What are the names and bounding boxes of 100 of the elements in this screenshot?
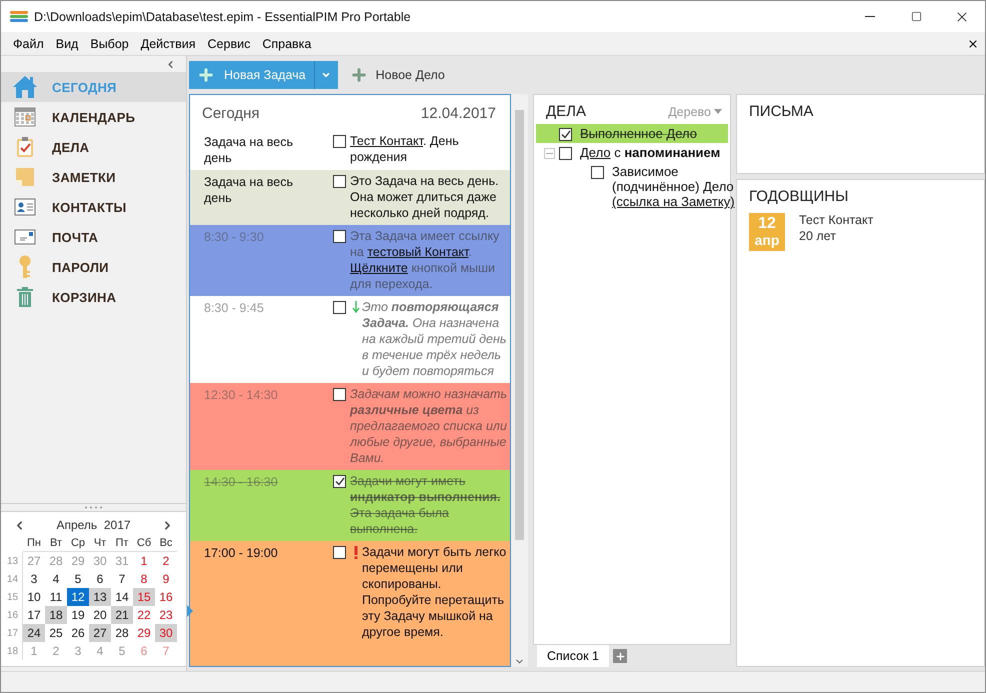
sticky-note-icon bbox=[15, 167, 35, 187]
event-text: Это Задача на весь день. Она может длиться даже несколько дней подряд. bbox=[350, 173, 500, 221]
calendar-day[interactable]: 14 bbox=[111, 588, 133, 606]
panel-title: ГОДОВЩИНЫ bbox=[749, 188, 848, 205]
link[interactable]: (ссылка на Заметку) bbox=[612, 194, 735, 209]
event-row[interactable]: 8:30 - 9:30 Эта Задача имеет ссылку на тестовый Контакт. Щёлкните кнопкой мыши для перехода. bbox=[190, 225, 510, 296]
checkbox[interactable] bbox=[333, 230, 346, 243]
calendar-day[interactable]: 24 bbox=[23, 624, 45, 642]
event-text: Задачи могут быть легко перемещены или скопированы. Попробуйте перетащить эту Задачу мышкой на другое время. bbox=[362, 544, 508, 641]
menu-item[interactable]: Действия bbox=[134, 32, 202, 54]
event-time: 8:30 - 9:45 bbox=[204, 300, 265, 317]
calendar-day[interactable]: 1 bbox=[133, 552, 155, 570]
link[interactable]: Щёлкните bbox=[350, 261, 408, 275]
calendar-day[interactable]: 16 bbox=[155, 588, 177, 606]
calendar-day[interactable]: 8 bbox=[133, 570, 155, 588]
calendar-day[interactable]: 9 bbox=[155, 570, 177, 588]
plus-icon bbox=[350, 66, 368, 84]
weekday-label: Чт bbox=[89, 534, 111, 552]
calendar-day[interactable]: 18 bbox=[45, 606, 67, 624]
calendar-day[interactable]: 22 bbox=[133, 606, 155, 624]
event-time: Задача на весь день bbox=[204, 174, 294, 207]
calendar-day[interactable]: 13 bbox=[89, 588, 111, 606]
sidebar-item[interactable]: ПАРОЛИ bbox=[1, 252, 186, 282]
sidebar-item[interactable]: ЗАМЕТКИ bbox=[1, 162, 186, 192]
event-time: Задача на весь день bbox=[204, 134, 294, 166]
checkbox[interactable] bbox=[559, 128, 572, 141]
trash-icon bbox=[16, 286, 34, 308]
app-logo-icon bbox=[10, 10, 28, 24]
splitter-handle-icon[interactable] bbox=[84, 506, 104, 509]
scrollbar[interactable] bbox=[511, 94, 528, 667]
panel-title: ДЕЛА bbox=[546, 103, 586, 120]
todo-text: Дело с напоминанием bbox=[580, 145, 720, 160]
checkbox[interactable] bbox=[333, 301, 346, 314]
home-icon bbox=[12, 74, 38, 100]
link[interactable]: Дело bbox=[580, 145, 611, 160]
event-text: Эта Задача имеет ссылку на тестовый Контакт. Щёлкните кнопкой мыши для перехода. bbox=[350, 228, 500, 292]
date-badge: 12 апр bbox=[749, 213, 785, 251]
window-title: D:\Downloads\epim\Database\test.epim - EssentialPIM Pro Portable bbox=[34, 10, 412, 24]
calendar-day[interactable]: 7 bbox=[111, 570, 133, 588]
weekday-label: Сб bbox=[133, 534, 155, 552]
weekday-label: Пн bbox=[23, 534, 45, 552]
checkbox[interactable] bbox=[333, 175, 346, 188]
calendar-day[interactable]: 4 bbox=[45, 570, 67, 588]
todo-text: Зависимое (подчинённое) Дело (ссылка на Заметку) bbox=[612, 164, 735, 209]
calendar-day[interactable]: 28 bbox=[111, 624, 133, 642]
event-time: 12:30 - 14:30 bbox=[204, 387, 279, 404]
menu-item[interactable]: Вид bbox=[50, 32, 84, 54]
sidebar-item[interactable]: КАЛЕНДАРЬ bbox=[1, 102, 186, 132]
calendar-day[interactable]: 2 bbox=[155, 552, 177, 570]
event-row[interactable]: 17:00 - 19:00 Задачи могут быть легко перемещены или скопированы. Попробуйте перетащить эту Задачу мышкой на другое время. bbox=[190, 541, 510, 666]
weekday-label: Пт bbox=[111, 534, 133, 552]
calendar-day[interactable]: 26 bbox=[67, 624, 89, 642]
calendar-day[interactable]: 11 bbox=[45, 588, 67, 606]
checkbox[interactable] bbox=[333, 135, 346, 148]
event-text: Это повторяющаяся Задача. Она назначена на каждый третий день в течение трёх недель и будет повторяться bbox=[362, 299, 508, 379]
calendar-day[interactable]: 12 bbox=[67, 588, 89, 606]
checkbox[interactable] bbox=[333, 388, 346, 401]
calendar-day[interactable]: 6 bbox=[89, 570, 111, 588]
checkbox[interactable] bbox=[333, 475, 346, 488]
new-todo-button[interactable]: Новое Дело bbox=[346, 61, 449, 89]
calendar-day[interactable]: 10 bbox=[23, 588, 45, 606]
sidebar-item[interactable]: КОРЗИНА bbox=[1, 282, 186, 312]
add-tab-button[interactable] bbox=[613, 649, 628, 663]
menu-item[interactable]: Файл bbox=[7, 32, 50, 54]
weekday-label: Вт bbox=[45, 534, 67, 552]
checkbox[interactable] bbox=[559, 147, 572, 160]
link[interactable]: Тест Контакт bbox=[350, 134, 423, 148]
checkbox[interactable] bbox=[591, 166, 604, 179]
week-number: 18 bbox=[3, 642, 23, 660]
caret-icon bbox=[714, 109, 722, 114]
close-icon bbox=[967, 38, 979, 50]
menu-item[interactable]: Выбор bbox=[84, 32, 135, 54]
calendar-day[interactable]: 27 bbox=[89, 624, 111, 642]
link[interactable]: тестовый Контакт bbox=[367, 245, 468, 259]
sidebar-item[interactable]: ПОЧТА bbox=[1, 222, 186, 252]
sidebar-item[interactable]: ДЕЛА bbox=[1, 132, 186, 162]
event-row[interactable]: Задача на весь день Это Задача на весь день. Она может длиться даже несколько дней подряд. bbox=[190, 170, 510, 225]
sidebar-item[interactable]: КОНТАКТЫ bbox=[1, 192, 186, 222]
menu-item[interactable]: Справка bbox=[256, 32, 318, 54]
calendar-day[interactable]: 23 bbox=[155, 606, 177, 624]
calendar-day[interactable]: 20 bbox=[89, 606, 111, 624]
calendar-day[interactable]: 17 bbox=[23, 606, 45, 624]
maximize-icon bbox=[910, 11, 922, 22]
calendar-day[interactable]: 19 bbox=[67, 606, 89, 624]
calendar-day[interactable]: 25 bbox=[45, 624, 67, 642]
week-number: 15 bbox=[3, 588, 23, 606]
panel-title: ПИСЬМА bbox=[749, 103, 814, 120]
menu-item[interactable]: Сервис bbox=[202, 32, 256, 54]
calendar-day[interactable]: 21 bbox=[111, 606, 133, 624]
minimize-icon bbox=[865, 16, 875, 17]
contact-card-icon bbox=[14, 198, 36, 216]
checkbox[interactable] bbox=[333, 546, 346, 559]
list-tab[interactable]: Список 1 bbox=[537, 645, 610, 667]
plus-icon bbox=[197, 66, 215, 84]
caret-icon bbox=[321, 70, 332, 80]
calendar-day[interactable]: 5 bbox=[67, 570, 89, 588]
calendar-day[interactable]: 3 bbox=[23, 570, 45, 588]
event-text: Тест Контакт. День рождения bbox=[350, 133, 460, 166]
calendar-day[interactable]: 29 bbox=[133, 624, 155, 642]
event-time: 8:30 - 9:30 bbox=[204, 229, 265, 246]
